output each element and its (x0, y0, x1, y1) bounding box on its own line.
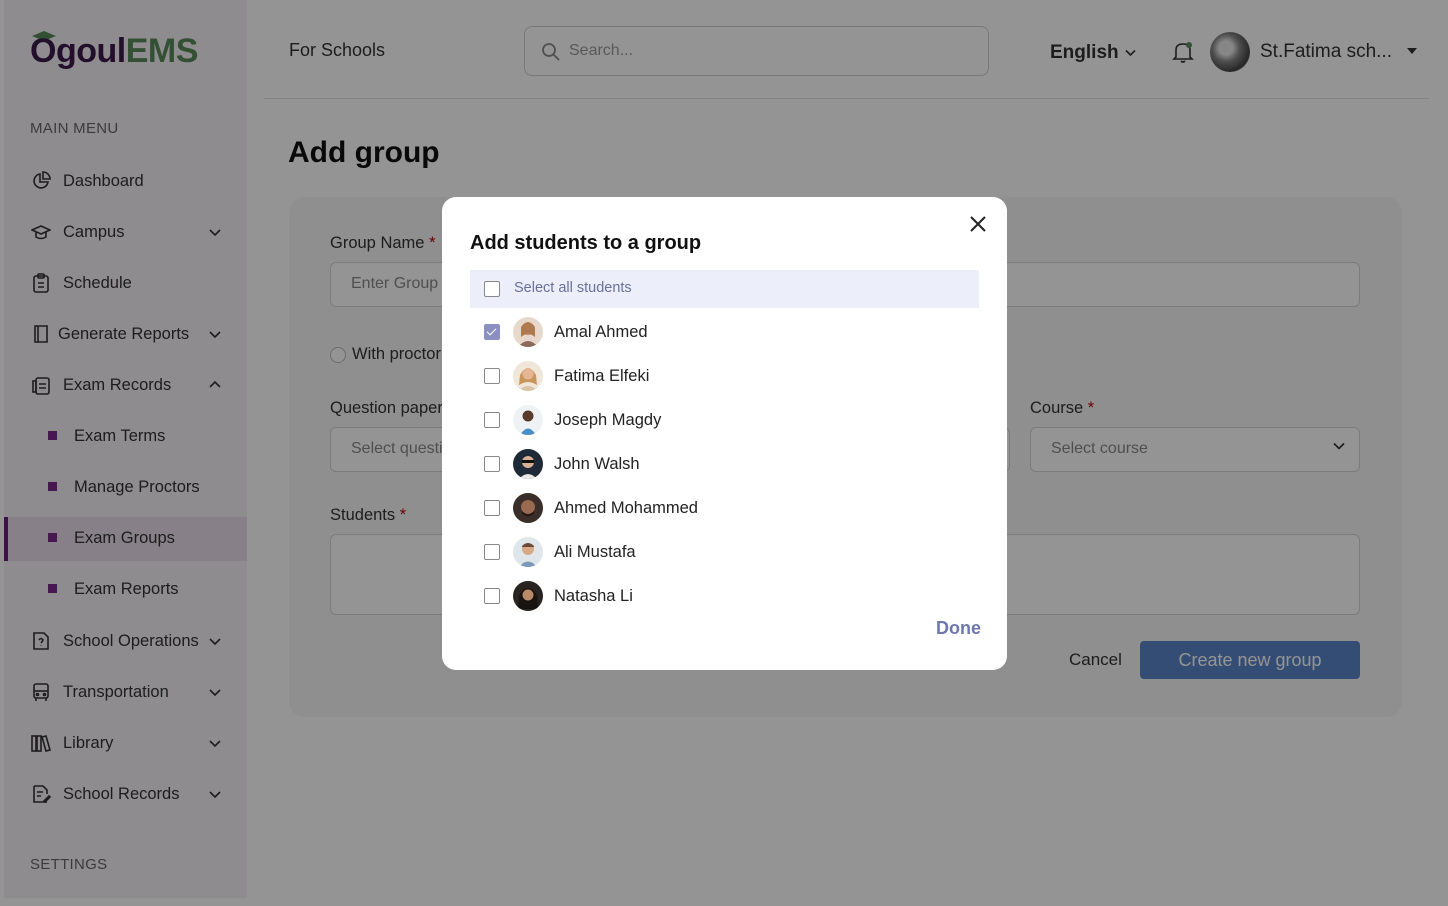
student-name: Ali Mustafa (554, 543, 636, 561)
student-name: Ahmed Mohammed (554, 499, 698, 517)
student-row[interactable]: Amal Ahmed (470, 310, 979, 354)
select-all-label: Select all students (514, 280, 632, 296)
student-avatar (513, 537, 543, 567)
student-name: Natasha Li (554, 587, 633, 605)
select-all-checkbox[interactable] (484, 281, 500, 297)
done-button[interactable]: Done (936, 618, 981, 639)
student-name: Joseph Magdy (554, 411, 662, 429)
student-name: Amal Ahmed (554, 323, 648, 341)
add-students-modal: Add students to a group Select all stude… (442, 197, 1007, 670)
select-all-row[interactable]: Select all students (470, 270, 979, 308)
student-avatar (513, 317, 543, 347)
student-avatar (513, 449, 543, 479)
student-avatar (513, 405, 543, 435)
student-checkbox[interactable] (484, 368, 500, 384)
student-checkbox[interactable] (484, 456, 500, 472)
student-checkbox[interactable] (484, 324, 500, 340)
student-row[interactable]: Ali Mustafa (470, 530, 979, 574)
student-name: John Walsh (554, 455, 640, 473)
student-row[interactable]: Joseph Magdy (470, 398, 979, 442)
student-checkbox[interactable] (484, 500, 500, 516)
student-avatar (513, 493, 543, 523)
student-avatar (513, 361, 543, 391)
modal-title: Add students to a group (470, 232, 702, 254)
student-checkbox[interactable] (484, 588, 500, 604)
student-row[interactable]: John Walsh (470, 442, 979, 486)
student-checkbox[interactable] (484, 412, 500, 428)
student-row[interactable]: Natasha Li (470, 574, 979, 618)
student-checkbox[interactable] (484, 544, 500, 560)
student-row[interactable]: Ahmed Mohammed (470, 486, 979, 530)
student-avatar (513, 581, 543, 611)
student-name: Fatima Elfeki (554, 367, 650, 385)
student-row[interactable]: Fatima Elfeki (470, 354, 979, 398)
close-icon[interactable] (968, 214, 988, 234)
